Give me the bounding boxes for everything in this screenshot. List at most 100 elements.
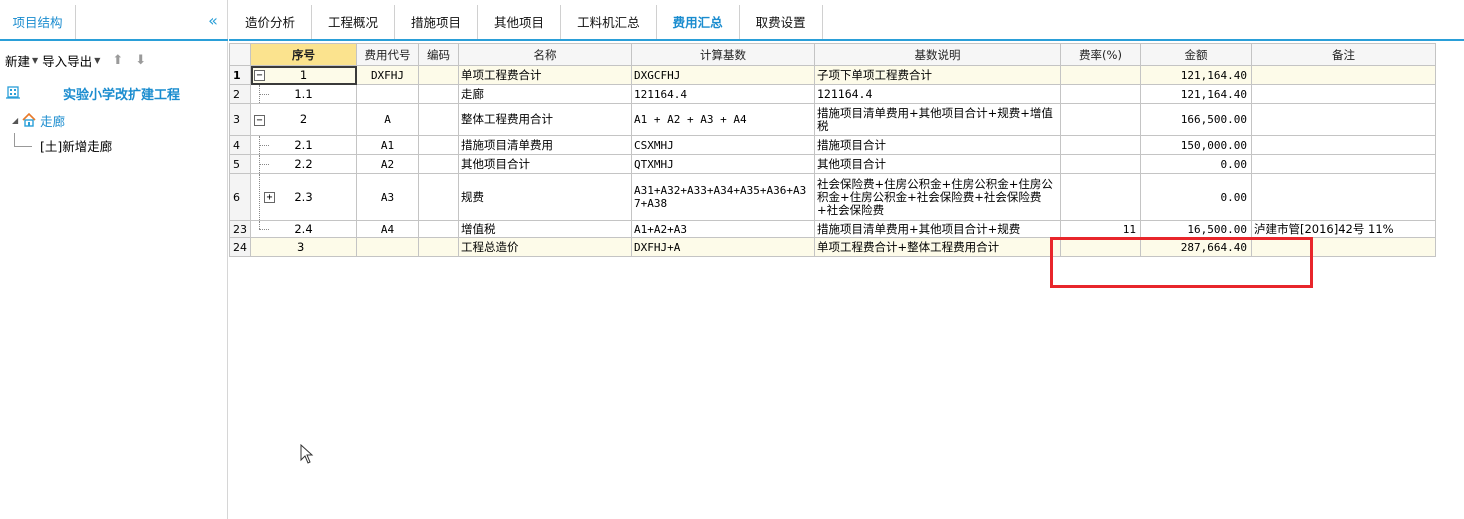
- base-cell[interactable]: DXFHJ+A: [631, 237, 815, 257]
- arrow-up-icon[interactable]: ⬆: [112, 53, 123, 68]
- tab-labor-material-summary[interactable]: 工料机汇总: [561, 5, 657, 39]
- code-cell[interactable]: A2: [356, 154, 419, 174]
- seq-cell[interactable]: − 2: [250, 103, 357, 136]
- table-row[interactable]: 23 2.4 A4 增值税 A1+A2+A3 措施项目清单费用+其他项目合计+规…: [229, 220, 1436, 238]
- header-num[interactable]: 编码: [418, 43, 459, 66]
- table-row[interactable]: 5 2.2 A2 其他项目合计 QTXMHJ 其他项目合计 0.00: [229, 154, 1436, 174]
- amount-cell[interactable]: 150,000.00: [1140, 135, 1252, 155]
- code-cell[interactable]: A: [356, 103, 419, 136]
- table-row[interactable]: 6 + 2.3 A3 规费 A31+A32+A33+A34+A35+A36+A3…: [229, 173, 1436, 221]
- rate-cell[interactable]: [1060, 237, 1141, 257]
- amount-cell[interactable]: 287,664.40: [1140, 237, 1252, 257]
- num-cell[interactable]: [418, 103, 459, 136]
- minus-box-icon[interactable]: −: [254, 114, 265, 126]
- rate-cell[interactable]: [1060, 103, 1141, 136]
- base-desc-cell[interactable]: 措施项目清单费用+其他项目合计+规费: [814, 220, 1061, 238]
- header-base-desc[interactable]: 基数说明: [814, 43, 1061, 66]
- double-chevron-left-icon[interactable]: «: [204, 13, 222, 31]
- note-cell[interactable]: [1251, 237, 1436, 257]
- code-cell[interactable]: A4: [356, 220, 419, 238]
- tree-node-corridor[interactable]: ◢ 走廊: [12, 110, 65, 130]
- note-cell[interactable]: 泸建市管[2016]42号 11%: [1251, 220, 1436, 238]
- table-row[interactable]: 4 2.1 A1 措施项目清单费用 CSXMHJ 措施项目合计 150,000.…: [229, 135, 1436, 155]
- tab-other-items[interactable]: 其他项目: [478, 5, 562, 39]
- tab-fee-settings[interactable]: 取费设置: [740, 5, 823, 39]
- name-cell[interactable]: 整体工程费用合计: [458, 103, 632, 136]
- rate-cell[interactable]: [1060, 65, 1141, 85]
- base-cell[interactable]: 121164.4: [631, 84, 815, 104]
- tree-root-project[interactable]: 实验小学改扩建工程: [6, 82, 221, 104]
- new-dropdown-button[interactable]: 新建 ▼: [5, 51, 38, 70]
- code-cell[interactable]: [356, 84, 419, 104]
- base-desc-cell[interactable]: 121164.4: [814, 84, 1061, 104]
- rate-cell[interactable]: [1060, 154, 1141, 174]
- header-amount[interactable]: 金额: [1140, 43, 1252, 66]
- num-cell[interactable]: [418, 220, 459, 238]
- name-cell[interactable]: 增值税: [458, 220, 632, 238]
- header-seq[interactable]: 序号: [250, 43, 357, 66]
- header-rate[interactable]: 费率(%): [1060, 43, 1141, 66]
- seq-cell[interactable]: 3: [250, 237, 357, 257]
- seq-cell[interactable]: 1.1: [250, 84, 357, 104]
- plus-box-icon[interactable]: +: [264, 192, 275, 203]
- base-desc-cell[interactable]: 措施项目合计: [814, 135, 1061, 155]
- arrow-down-icon[interactable]: ⬇: [135, 53, 146, 68]
- note-cell[interactable]: [1251, 173, 1436, 221]
- num-cell[interactable]: [418, 135, 459, 155]
- table-row[interactable]: 3 − 2 A 整体工程费用合计 A1 + A2 + A3 + A4 措施项目清…: [229, 103, 1436, 136]
- name-cell[interactable]: 工程总造价: [458, 237, 632, 257]
- seq-cell[interactable]: + 2.3: [250, 173, 357, 221]
- table-row[interactable]: 1 − 1 DXFHJ 单项工程费合计 DXGCFHJ 子项下单项工程费合计 1…: [229, 65, 1436, 85]
- name-cell[interactable]: 其他项目合计: [458, 154, 632, 174]
- note-cell[interactable]: [1251, 103, 1436, 136]
- header-code[interactable]: 费用代号: [356, 43, 419, 66]
- base-cell[interactable]: DXGCFHJ: [631, 65, 815, 85]
- note-cell[interactable]: [1251, 84, 1436, 104]
- seq-cell[interactable]: − 1: [250, 65, 357, 85]
- tab-cost-summary[interactable]: 费用汇总: [657, 5, 740, 39]
- note-cell[interactable]: [1251, 135, 1436, 155]
- rate-cell[interactable]: 11: [1060, 220, 1141, 238]
- caret-expanded-icon[interactable]: ◢: [12, 116, 18, 125]
- code-cell[interactable]: A3: [356, 173, 419, 221]
- base-desc-cell[interactable]: 措施项目清单费用+其他项目合计+规费+增值税: [814, 103, 1061, 136]
- code-cell[interactable]: DXFHJ: [356, 65, 419, 85]
- name-cell[interactable]: 走廊: [458, 84, 632, 104]
- tab-cost-analysis[interactable]: 造价分析: [229, 5, 313, 39]
- base-cell[interactable]: A1 + A2 + A3 + A4: [631, 103, 815, 136]
- num-cell[interactable]: [418, 237, 459, 257]
- amount-cell[interactable]: 0.00: [1140, 154, 1252, 174]
- amount-cell[interactable]: 0.00: [1140, 173, 1252, 221]
- base-cell[interactable]: CSXMHJ: [631, 135, 815, 155]
- code-cell[interactable]: A1: [356, 135, 419, 155]
- num-cell[interactable]: [418, 65, 459, 85]
- amount-cell[interactable]: 166,500.00: [1140, 103, 1252, 136]
- note-cell[interactable]: [1251, 154, 1436, 174]
- amount-cell[interactable]: 16,500.00: [1140, 220, 1252, 238]
- rate-cell[interactable]: [1060, 135, 1141, 155]
- base-desc-cell[interactable]: 社会保险费+住房公积金+住房公积金+住房公积金+住房公积金+社会保险费+社会保险…: [814, 173, 1061, 221]
- code-cell[interactable]: [356, 237, 419, 257]
- tab-measure-items[interactable]: 措施项目: [395, 5, 479, 39]
- num-cell[interactable]: [418, 84, 459, 104]
- base-desc-cell[interactable]: 其他项目合计: [814, 154, 1061, 174]
- num-cell[interactable]: [418, 154, 459, 174]
- base-cell[interactable]: QTXMHJ: [631, 154, 815, 174]
- table-row[interactable]: 24 3 工程总造价 DXFHJ+A 单项工程费合计+整体工程费用合计 287,…: [229, 237, 1436, 257]
- seq-cell[interactable]: 2.4: [250, 220, 357, 238]
- header-note[interactable]: 备注: [1251, 43, 1436, 66]
- tree-leaf-new-corridor[interactable]: [土]新增走廊: [14, 133, 112, 155]
- note-cell[interactable]: [1251, 65, 1436, 85]
- name-cell[interactable]: 措施项目清单费用: [458, 135, 632, 155]
- name-cell[interactable]: 单项工程费合计: [458, 65, 632, 85]
- base-cell[interactable]: A31+A32+A33+A34+A35+A36+A37+A38: [631, 173, 815, 221]
- import-export-dropdown-button[interactable]: 导入导出 ▼: [42, 51, 100, 70]
- minus-box-icon[interactable]: −: [254, 70, 265, 81]
- base-desc-cell[interactable]: 单项工程费合计+整体工程费用合计: [814, 237, 1061, 257]
- amount-cell[interactable]: 121,164.40: [1140, 65, 1252, 85]
- rate-cell[interactable]: [1060, 173, 1141, 221]
- header-base[interactable]: 计算基数: [631, 43, 815, 66]
- seq-cell[interactable]: 2.1: [250, 135, 357, 155]
- seq-cell[interactable]: 2.2: [250, 154, 357, 174]
- table-row[interactable]: 2 1.1 走廊 121164.4 121164.4 121,164.40: [229, 84, 1436, 104]
